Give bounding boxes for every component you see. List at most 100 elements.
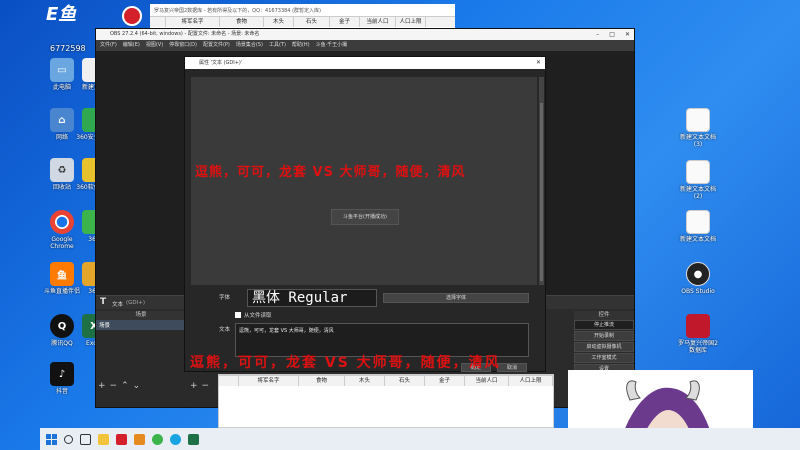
move-down-icon[interactable]: ⌄ xyxy=(133,381,141,391)
column-header[interactable]: 人口上限 xyxy=(396,17,426,27)
obs-menubar: 文件(F) 编辑(E) 视图(V) 停靠窗口(D) 配置文件(P) 场景集合(S… xyxy=(96,40,634,51)
column-header[interactable]: 金子 xyxy=(330,17,360,27)
chrome-icon[interactable] xyxy=(152,433,163,445)
desktop-icon-game-db[interactable]: 罗马复兴帝国2数据库 xyxy=(676,314,720,354)
desktop-icon-textfile-2[interactable]: 新建文本文档 (2) xyxy=(676,160,720,200)
cancel-button[interactable]: 取消 xyxy=(497,363,527,372)
source-toolbar-label: 文本 xyxy=(112,302,124,308)
desktop-icon-douyin[interactable]: ♪ 抖音 xyxy=(40,362,84,395)
spreadsheet-header-row: 将军名字 食物 木头 石头 金子 当前人口 人口上限 xyxy=(150,16,455,27)
edge-icon[interactable] xyxy=(170,433,181,445)
column-header[interactable]: 将军名字 xyxy=(239,376,299,386)
font-label: 字体 xyxy=(219,295,231,301)
controls-header: 控件 xyxy=(574,311,634,320)
menu-docks[interactable]: 停靠窗口(D) xyxy=(169,40,197,51)
network-icon: ⌂ xyxy=(50,108,74,132)
scenes-dock: 场景 场景 + − ⌃ ⌄ xyxy=(96,311,186,407)
studio-mode-button[interactable]: 工作室模式 xyxy=(574,353,634,363)
scrollbar-thumb[interactable] xyxy=(540,103,543,281)
menu-scene-collection[interactable]: 场景集合(S) xyxy=(236,40,263,51)
dialog-titlebar: 属性 '文本 (GDI+)' ✕ xyxy=(185,57,545,69)
scenes-header: 场景 xyxy=(96,311,186,320)
text-file-icon xyxy=(686,210,710,234)
move-up-icon[interactable]: ⌃ xyxy=(121,381,129,391)
stop-streaming-button[interactable]: 停止推流 xyxy=(574,320,634,330)
chrome-icon xyxy=(50,210,74,234)
menu-help[interactable]: 帮助(H) xyxy=(292,40,310,51)
remove-scene-icon[interactable]: − xyxy=(110,381,118,391)
desktop-counter: 6772598 xyxy=(50,44,86,53)
row-corner xyxy=(150,17,166,27)
search-icon[interactable] xyxy=(64,434,73,444)
column-header[interactable]: 石头 xyxy=(294,17,330,27)
text-file-icon xyxy=(686,160,710,184)
menu-edit[interactable]: 编辑(E) xyxy=(123,40,140,51)
column-header[interactable]: 当前人口 xyxy=(465,376,509,386)
spreadsheet-window[interactable]: 罗马复兴帝国2数据库 - 若有所得及以下的，QQ：41673384 (群暂定入库… xyxy=(150,4,455,28)
choose-font-button[interactable]: 选择字体 xyxy=(383,293,529,303)
add-scene-icon[interactable]: + xyxy=(98,381,106,391)
desktop-icon-textfile-3[interactable]: 新建文本文档 (3) xyxy=(676,108,720,148)
preview-scrollbar[interactable] xyxy=(539,77,544,285)
folder-icon[interactable] xyxy=(98,433,109,445)
from-file-checkbox[interactable] xyxy=(235,312,241,318)
spreadsheet-title: 罗马复兴帝国2数据库 - 若有所得及以下的，QQ：41673384 (群暂定入库… xyxy=(150,4,455,16)
maximize-icon[interactable]: □ xyxy=(609,29,615,40)
minimize-icon[interactable]: – xyxy=(596,29,599,40)
recycle-bin-icon: ♻ xyxy=(50,158,74,182)
column-header[interactable]: 食物 xyxy=(220,17,264,27)
game-icon[interactable] xyxy=(134,433,145,445)
column-header[interactable]: 金子 xyxy=(425,376,465,386)
add-source-icon[interactable]: + xyxy=(190,381,198,391)
scenes-controls: + − ⌃ ⌄ xyxy=(98,381,140,391)
dialog-close-icon[interactable]: ✕ xyxy=(536,57,541,69)
column-header[interactable]: 木头 xyxy=(264,17,294,27)
start-recording-button[interactable]: 开始录制 xyxy=(574,331,634,341)
column-header[interactable]: 将军名字 xyxy=(166,17,220,27)
windows-taskbar xyxy=(40,428,800,450)
taskview-icon[interactable] xyxy=(80,433,91,445)
font-name-display: 黑体 Regular xyxy=(247,289,377,307)
scene-item[interactable]: 场景 xyxy=(96,320,186,330)
menu-file[interactable]: 文件(F) xyxy=(100,40,117,51)
start-icon[interactable] xyxy=(46,433,57,445)
obs-icon: ● xyxy=(686,262,710,286)
app-icon[interactable] xyxy=(188,433,199,445)
properties-dialog[interactable]: 属性 '文本 (GDI+)' ✕ 逗熊，可可，龙套 VS 大师哥，随便，清风 斗… xyxy=(184,56,546,372)
spreadsheet-lower-window[interactable]: 将军名字 食物 木头 石头 金子 当前人口 人口上限 xyxy=(218,374,554,428)
red-app-icon[interactable] xyxy=(122,6,142,26)
game-icon xyxy=(686,314,710,338)
desktop-icon-obs[interactable]: ● OBS Studio xyxy=(676,262,720,295)
menu-tools[interactable]: 工具(T) xyxy=(269,40,286,51)
text-source-preview: 逗熊，可可，龙套 VS 大师哥，随便，清风 斗鱼平台(开播成功) xyxy=(191,77,537,285)
douyu-stream-status-button[interactable]: 斗鱼平台(开播成功) xyxy=(331,209,399,225)
desktop-icon-textfile[interactable]: 新建文本文档 xyxy=(676,210,720,243)
douyin-icon: ♪ xyxy=(50,362,74,386)
preview-overlay-text: 逗熊，可可，龙套 VS 大师哥，随便，清风 xyxy=(195,165,466,180)
row-corner xyxy=(219,376,239,386)
column-header[interactable]: 石头 xyxy=(385,376,425,386)
app-icon[interactable] xyxy=(116,433,127,445)
menu-profile[interactable]: 配置文件(P) xyxy=(203,40,230,51)
dialog-title: 属性 '文本 (GDI+)' xyxy=(199,60,243,66)
remove-source-icon[interactable]: − xyxy=(202,381,210,391)
stream-overlay-text: 逗熊，可可，龙套 VS 大师哥，随便，清风 xyxy=(190,355,501,371)
menu-view[interactable]: 视图(V) xyxy=(146,40,163,51)
text-source-icon: T xyxy=(100,297,107,307)
sources-controls: + − xyxy=(190,381,209,391)
douyu-icon: 鱼 xyxy=(50,262,74,286)
source-toolbar-hint: (GDI+) xyxy=(126,300,146,306)
menu-douyu[interactable]: 斗鱼·千王小撮 xyxy=(316,40,348,51)
column-header[interactable]: 食物 xyxy=(299,376,345,386)
column-header[interactable]: 当前人口 xyxy=(360,17,396,27)
virtual-camera-button[interactable]: 启动虚拟摄像机 xyxy=(574,342,634,352)
qq-icon: Q xyxy=(50,314,74,338)
text-file-icon xyxy=(686,108,710,132)
column-header[interactable]: 人口上限 xyxy=(509,376,553,386)
close-icon[interactable]: ✕ xyxy=(625,29,630,40)
text-label: 文本 xyxy=(219,327,231,333)
from-file-checkbox-row[interactable]: 从文件读取 xyxy=(235,311,272,319)
column-header[interactable]: 木头 xyxy=(345,376,385,386)
obs-titlebar: OBS 27.2.4 (64-bit, windows) - 配置文件: 未命名… xyxy=(96,29,634,40)
spreadsheet-lower-header: 将军名字 食物 木头 石头 金子 当前人口 人口上限 xyxy=(219,375,553,386)
